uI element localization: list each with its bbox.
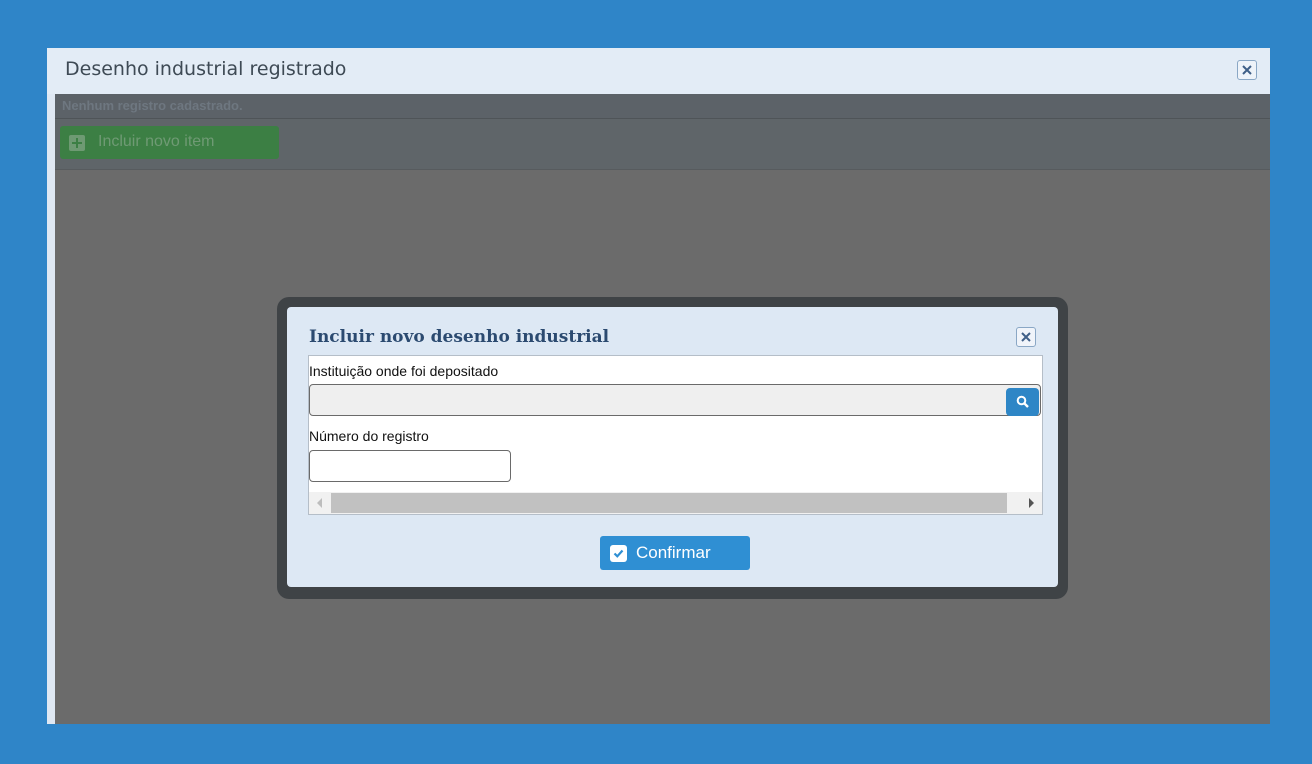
plus-square-icon [69,135,85,151]
scroll-left-arrow-icon[interactable] [317,498,322,508]
confirm-button[interactable]: Confirmar [600,536,750,570]
close-icon [1242,65,1252,75]
close-icon [1021,332,1031,342]
modal-title: Incluir novo desenho industrial [309,327,610,347]
outer-titlebar: Desenho industrial registrado [47,48,1270,94]
form-box: Instituição onde foi depositado Número d… [308,355,1043,515]
registration-input[interactable] [309,450,511,482]
empty-row: Nenhum registro cadastrado. [55,94,1270,119]
modal-close-button[interactable] [1016,327,1036,347]
search-icon [1016,395,1029,408]
horizontal-scrollbar[interactable] [309,492,1042,514]
outer-window-title: Desenho industrial registrado [65,58,347,80]
modal-dialog: Incluir novo desenho industrial Institui… [287,307,1058,587]
toolbar: Incluir novo item [55,119,1270,170]
outer-close-button[interactable] [1237,60,1257,80]
add-item-label: Incluir novo item [98,133,215,150]
modal-frame: Incluir novo desenho industrial Institui… [277,297,1068,599]
institution-label: Instituição onde foi depositado [309,363,499,379]
search-button[interactable] [1006,388,1039,416]
confirm-label: Confirmar [636,543,711,562]
institution-input[interactable] [309,384,1041,416]
empty-message: Nenhum registro cadastrado. [62,98,243,113]
add-item-button[interactable]: Incluir novo item [60,126,279,159]
scroll-right-arrow-icon[interactable] [1029,498,1034,508]
registration-label: Número do registro [309,428,429,444]
check-icon [610,545,627,562]
scrollbar-thumb[interactable] [331,493,1007,513]
